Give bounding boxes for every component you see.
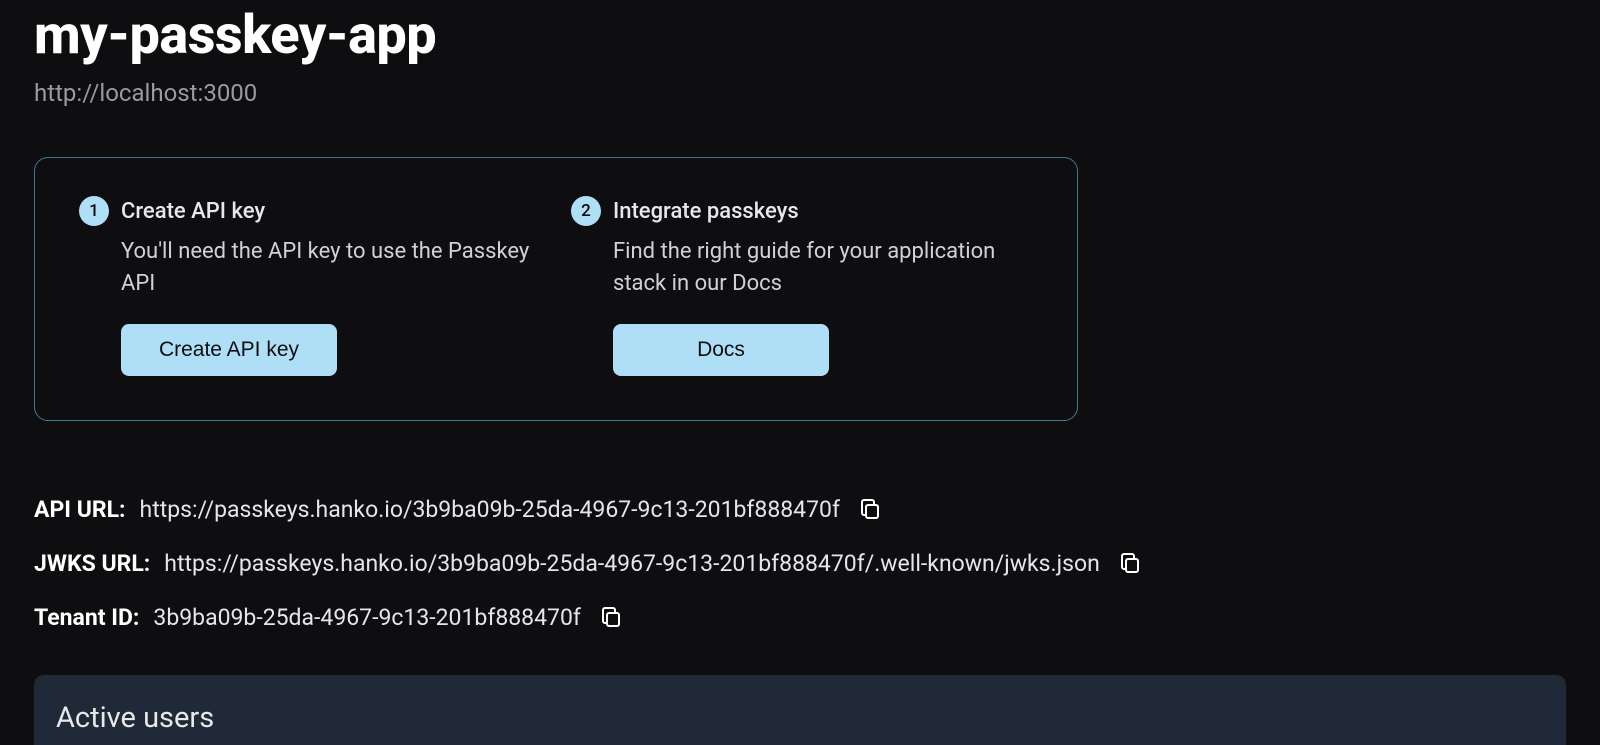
copy-icon <box>858 497 882 521</box>
create-api-key-button[interactable]: Create API key <box>121 324 337 376</box>
api-url-row: API URL: https://passkeys.hanko.io/3b9ba… <box>34 493 1566 525</box>
docs-button[interactable]: Docs <box>613 324 829 376</box>
tenant-id-row: Tenant ID: 3b9ba09b-25da-4967-9c13-201bf… <box>34 601 1566 633</box>
jwks-url-label: JWKS URL: <box>34 550 150 577</box>
copy-icon <box>599 605 623 629</box>
active-users-card: Active users <box>34 675 1566 745</box>
page-title: my-passkey-app <box>34 6 1566 65</box>
step-title-1: Create API key <box>121 199 265 224</box>
copy-icon <box>1118 551 1142 575</box>
copy-api-url-button[interactable] <box>854 493 886 525</box>
active-users-title: Active users <box>56 701 1544 735</box>
step-badge-2: 2 <box>571 196 601 226</box>
jwks-url-row: JWKS URL: https://passkeys.hanko.io/3b9b… <box>34 547 1566 579</box>
step-badge-1: 1 <box>79 196 109 226</box>
step-desc-1: You'll need the API key to use the Passk… <box>121 236 541 300</box>
tenant-id-label: Tenant ID: <box>34 604 139 631</box>
jwks-url-value: https://passkeys.hanko.io/3b9ba09b-25da-… <box>164 550 1100 577</box>
copy-tenant-id-button[interactable] <box>595 601 627 633</box>
onboarding-steps-card: 1 Create API key You'll need the API key… <box>34 157 1078 421</box>
step-integrate-passkeys: 2 Integrate passkeys Find the right guid… <box>571 196 1033 376</box>
api-url-value: https://passkeys.hanko.io/3b9ba09b-25da-… <box>140 496 840 523</box>
copy-jwks-url-button[interactable] <box>1114 547 1146 579</box>
api-url-label: API URL: <box>34 496 126 523</box>
tenant-id-value: 3b9ba09b-25da-4967-9c13-201bf888470f <box>153 604 581 631</box>
step-title-2: Integrate passkeys <box>613 199 799 224</box>
page-subtitle: http://localhost:3000 <box>34 79 1566 107</box>
info-list: API URL: https://passkeys.hanko.io/3b9ba… <box>34 493 1566 633</box>
step-desc-2: Find the right guide for your applicatio… <box>613 236 1033 300</box>
step-create-api-key: 1 Create API key You'll need the API key… <box>79 196 541 376</box>
